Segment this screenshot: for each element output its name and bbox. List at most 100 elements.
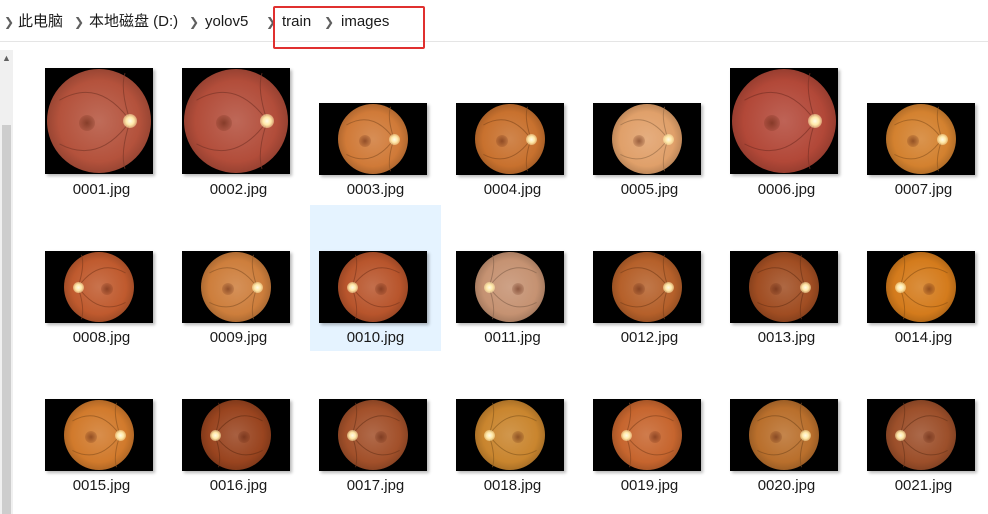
- file-thumbnail: [456, 103, 564, 175]
- optic-disc: [936, 133, 948, 145]
- macula: [632, 283, 645, 295]
- retinal-vessels: [899, 254, 948, 320]
- optic-disc: [251, 281, 263, 293]
- vessel-path: [209, 267, 258, 288]
- file-item[interactable]: 0006.jpg: [721, 57, 852, 203]
- file-name: 0016.jpg: [209, 477, 268, 494]
- retinal-vessels: [899, 402, 948, 468]
- file-name: 0018.jpg: [483, 477, 542, 494]
- file-item[interactable]: 0012.jpg: [584, 205, 715, 351]
- file-thumbnail: [319, 251, 427, 323]
- vessel-path: [72, 415, 121, 436]
- macula: [84, 431, 97, 443]
- file-name: 0015.jpg: [72, 477, 131, 494]
- retinal-vessels: [757, 402, 806, 468]
- file-thumbnail: [867, 399, 975, 471]
- file-item[interactable]: 0014.jpg: [858, 205, 988, 351]
- optic-disc: [346, 281, 358, 293]
- file-item[interactable]: 0015.jpg: [36, 353, 167, 499]
- optic-disc: [620, 429, 632, 441]
- file-item[interactable]: 0007.jpg: [858, 57, 988, 203]
- file-name: 0005.jpg: [620, 181, 679, 198]
- file-item[interactable]: 0008.jpg: [36, 205, 167, 351]
- file-item[interactable]: 0005.jpg: [584, 57, 715, 203]
- file-thumbnail: [456, 399, 564, 471]
- file-item[interactable]: 0020.jpg: [721, 353, 852, 499]
- file-name: 0006.jpg: [757, 181, 816, 198]
- file-item[interactable]: 0003.jpg: [310, 57, 441, 203]
- optic-disc: [662, 281, 674, 293]
- file-name: 0012.jpg: [620, 329, 679, 346]
- vessel-path: [744, 120, 816, 152]
- macula: [906, 135, 919, 147]
- file-item[interactable]: 0009.jpg: [173, 205, 304, 351]
- retinal-vessels: [488, 402, 537, 468]
- file-thumbnail: [456, 251, 564, 323]
- file-item[interactable]: 0001.jpg: [36, 57, 167, 203]
- file-name: 0010.jpg: [346, 329, 405, 346]
- retinal-vessels: [894, 106, 943, 172]
- macula: [769, 431, 782, 443]
- file-item[interactable]: 0013.jpg: [721, 205, 852, 351]
- optic-disc: [525, 133, 537, 145]
- file-thumbnail: [867, 103, 975, 175]
- file-item[interactable]: 0017.jpg: [310, 353, 441, 499]
- optic-disc: [799, 429, 811, 441]
- file-item[interactable]: 0016.jpg: [173, 353, 304, 499]
- file-name: 0013.jpg: [757, 329, 816, 346]
- file-item[interactable]: 0011.jpg: [447, 205, 578, 351]
- macula: [221, 283, 234, 295]
- file-item[interactable]: 0004.jpg: [447, 57, 578, 203]
- file-name: 0001.jpg: [72, 181, 131, 198]
- optic-disc: [346, 429, 358, 441]
- file-thumbnail: [182, 251, 290, 323]
- file-name: 0004.jpg: [483, 181, 542, 198]
- file-item[interactable]: 0018.jpg: [447, 353, 578, 499]
- optic-disc: [483, 429, 495, 441]
- file-name: 0011.jpg: [484, 329, 541, 346]
- retinal-vessels: [620, 254, 669, 320]
- file-name: 0003.jpg: [346, 181, 405, 198]
- optic-disc: [894, 429, 906, 441]
- macula: [763, 115, 780, 131]
- file-thumbnail: [319, 103, 427, 175]
- optic-disc: [799, 281, 811, 293]
- file-item[interactable]: 0021.jpg: [858, 353, 988, 499]
- file-thumbnail: [593, 103, 701, 175]
- file-item[interactable]: 0010.jpg: [310, 205, 441, 351]
- file-thumbnail: [730, 68, 838, 174]
- file-item[interactable]: 0019.jpg: [584, 353, 715, 499]
- optic-disc: [388, 133, 400, 145]
- retinal-vessels: [209, 254, 258, 320]
- file-name: 0009.jpg: [209, 329, 268, 346]
- vessel-path: [620, 267, 669, 288]
- vessel-path: [620, 119, 669, 140]
- file-thumbnail: [182, 68, 290, 174]
- file-name: 0007.jpg: [894, 181, 953, 198]
- macula: [215, 115, 232, 131]
- macula: [495, 135, 508, 147]
- vessel-path: [59, 120, 131, 152]
- file-thumbnail: [593, 251, 701, 323]
- vessel-path: [483, 119, 532, 140]
- optic-disc: [72, 281, 84, 293]
- retinal-vessels: [620, 106, 669, 172]
- macula: [769, 283, 782, 295]
- file-item[interactable]: 0002.jpg: [173, 57, 304, 203]
- file-name: 0017.jpg: [346, 477, 405, 494]
- optic-disc: [209, 429, 221, 441]
- retinal-vessels: [351, 402, 400, 468]
- file-thumbnail: [730, 399, 838, 471]
- vessel-path: [894, 119, 943, 140]
- macula: [632, 135, 645, 147]
- file-name: 0002.jpg: [209, 181, 268, 198]
- retinal-vessels: [214, 402, 263, 468]
- optic-disc: [114, 429, 126, 441]
- optic-disc: [483, 281, 495, 293]
- file-thumbnail: [319, 399, 427, 471]
- retinal-vessels: [488, 254, 537, 320]
- retinal-vessels: [346, 106, 395, 172]
- retinal-vessels: [483, 106, 532, 172]
- file-thumbnail: [730, 251, 838, 323]
- file-name: 0014.jpg: [894, 329, 953, 346]
